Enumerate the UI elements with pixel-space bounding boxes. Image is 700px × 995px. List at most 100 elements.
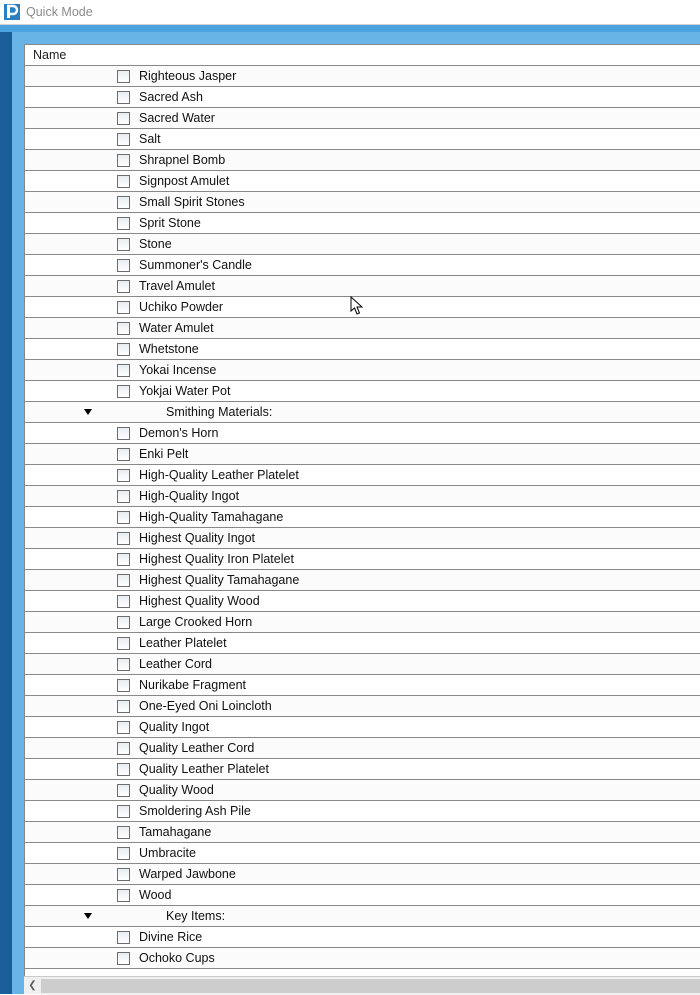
- item-checkbox[interactable]: [117, 679, 130, 692]
- item-checkbox[interactable]: [117, 154, 130, 167]
- item-checkbox[interactable]: [117, 70, 130, 83]
- item-checkbox[interactable]: [117, 931, 130, 944]
- item-row[interactable]: Leather Platelet: [25, 633, 700, 654]
- item-row[interactable]: Sacred Water: [25, 108, 700, 129]
- item-row[interactable]: Summoner's Candle: [25, 255, 700, 276]
- item-row[interactable]: Whetstone: [25, 339, 700, 360]
- item-checkbox[interactable]: [117, 385, 130, 398]
- item-row[interactable]: Water Amulet: [25, 318, 700, 339]
- group-header[interactable]: Key Items:: [25, 906, 700, 927]
- expand-icon[interactable]: [84, 409, 92, 415]
- item-checkbox[interactable]: [117, 847, 130, 860]
- item-row[interactable]: Large Crooked Horn: [25, 612, 700, 633]
- item-checkbox[interactable]: [117, 784, 130, 797]
- item-row[interactable]: High-Quality Ingot: [25, 486, 700, 507]
- item-checkbox[interactable]: [117, 574, 130, 587]
- item-checkbox[interactable]: [117, 763, 130, 776]
- item-row[interactable]: Leather Cord: [25, 654, 700, 675]
- item-checkbox[interactable]: [117, 616, 130, 629]
- item-row[interactable]: Enki Pelt: [25, 444, 700, 465]
- item-row[interactable]: Sprit Stone: [25, 213, 700, 234]
- item-checkbox[interactable]: [117, 658, 130, 671]
- item-row[interactable]: Quality Leather Cord: [25, 738, 700, 759]
- item-checkbox[interactable]: [117, 238, 130, 251]
- outer-frame: Name Righteous JasperSacred AshSacred Wa…: [0, 25, 700, 994]
- item-label: Leather Cord: [139, 657, 212, 671]
- item-checkbox[interactable]: [117, 868, 130, 881]
- scroll-track[interactable]: [41, 977, 700, 995]
- scroll-left-arrow[interactable]: ❮: [24, 977, 41, 995]
- horizontal-scrollbar[interactable]: ❮: [24, 976, 700, 994]
- item-checkbox[interactable]: [117, 490, 130, 503]
- item-row[interactable]: High-Quality Tamahagane: [25, 507, 700, 528]
- item-checkbox[interactable]: [117, 511, 130, 524]
- scroll-thumb[interactable]: [41, 979, 700, 993]
- item-row[interactable]: Highest Quality Tamahagane: [25, 570, 700, 591]
- expand-icon[interactable]: [84, 913, 92, 919]
- item-row[interactable]: Ochoko Cups: [25, 948, 700, 969]
- item-checkbox[interactable]: [117, 805, 130, 818]
- item-row[interactable]: Nurikabe Fragment: [25, 675, 700, 696]
- item-row[interactable]: Righteous Jasper: [25, 66, 700, 87]
- item-row[interactable]: High-Quality Leather Platelet: [25, 465, 700, 486]
- item-checkbox[interactable]: [117, 532, 130, 545]
- item-row[interactable]: Shrapnel Bomb: [25, 150, 700, 171]
- item-checkbox[interactable]: [117, 217, 130, 230]
- item-checkbox[interactable]: [117, 826, 130, 839]
- item-row[interactable]: Highest Quality Wood: [25, 591, 700, 612]
- item-row[interactable]: Umbracite: [25, 843, 700, 864]
- item-checkbox[interactable]: [117, 469, 130, 482]
- item-checkbox[interactable]: [117, 91, 130, 104]
- item-checkbox[interactable]: [117, 889, 130, 902]
- item-checkbox[interactable]: [117, 280, 130, 293]
- item-row[interactable]: Tamahagane: [25, 822, 700, 843]
- item-label: Large Crooked Horn: [139, 615, 252, 629]
- item-row[interactable]: Smoldering Ash Pile: [25, 801, 700, 822]
- item-checkbox[interactable]: [117, 259, 130, 272]
- item-row[interactable]: Demon's Horn: [25, 423, 700, 444]
- item-row[interactable]: Travel Amulet: [25, 276, 700, 297]
- item-checkbox[interactable]: [117, 364, 130, 377]
- item-row[interactable]: Quality Ingot: [25, 717, 700, 738]
- item-label: High-Quality Leather Platelet: [139, 468, 299, 482]
- item-row[interactable]: Divine Rice: [25, 927, 700, 948]
- item-checkbox[interactable]: [117, 721, 130, 734]
- item-checkbox[interactable]: [117, 175, 130, 188]
- item-row[interactable]: Yokjai Water Pot: [25, 381, 700, 402]
- item-checkbox[interactable]: [117, 133, 130, 146]
- tree-grid[interactable]: Name Righteous JasperSacred AshSacred Wa…: [24, 44, 700, 976]
- item-row[interactable]: Quality Wood: [25, 780, 700, 801]
- item-row[interactable]: One-Eyed Oni Loincloth: [25, 696, 700, 717]
- item-label: Whetstone: [139, 342, 199, 356]
- item-row[interactable]: Wood: [25, 885, 700, 906]
- item-checkbox[interactable]: [117, 322, 130, 335]
- item-row[interactable]: Small Spirit Stones: [25, 192, 700, 213]
- item-label: Highest Quality Wood: [139, 594, 260, 608]
- rows-container: Righteous JasperSacred AshSacred WaterSa…: [25, 66, 700, 976]
- item-checkbox[interactable]: [117, 448, 130, 461]
- group-label: Smithing Materials:: [166, 405, 272, 419]
- item-row[interactable]: Highest Quality Iron Platelet: [25, 549, 700, 570]
- item-checkbox[interactable]: [117, 196, 130, 209]
- item-checkbox[interactable]: [117, 952, 130, 965]
- item-row[interactable]: Uchiko Powder: [25, 297, 700, 318]
- item-row[interactable]: Salt: [25, 129, 700, 150]
- item-row[interactable]: Stone: [25, 234, 700, 255]
- item-checkbox[interactable]: [117, 427, 130, 440]
- item-row[interactable]: Signpost Amulet: [25, 171, 700, 192]
- item-row[interactable]: Warped Jawbone: [25, 864, 700, 885]
- column-header-name[interactable]: Name: [25, 45, 700, 66]
- item-checkbox[interactable]: [117, 301, 130, 314]
- item-checkbox[interactable]: [117, 637, 130, 650]
- item-checkbox[interactable]: [117, 343, 130, 356]
- item-checkbox[interactable]: [117, 553, 130, 566]
- item-row[interactable]: Sacred Ash: [25, 87, 700, 108]
- item-row[interactable]: Quality Leather Platelet: [25, 759, 700, 780]
- item-checkbox[interactable]: [117, 742, 130, 755]
- item-checkbox[interactable]: [117, 112, 130, 125]
- item-checkbox[interactable]: [117, 595, 130, 608]
- item-row[interactable]: Highest Quality Ingot: [25, 528, 700, 549]
- group-header[interactable]: Smithing Materials:: [25, 402, 700, 423]
- item-row[interactable]: Yokai Incense: [25, 360, 700, 381]
- item-checkbox[interactable]: [117, 700, 130, 713]
